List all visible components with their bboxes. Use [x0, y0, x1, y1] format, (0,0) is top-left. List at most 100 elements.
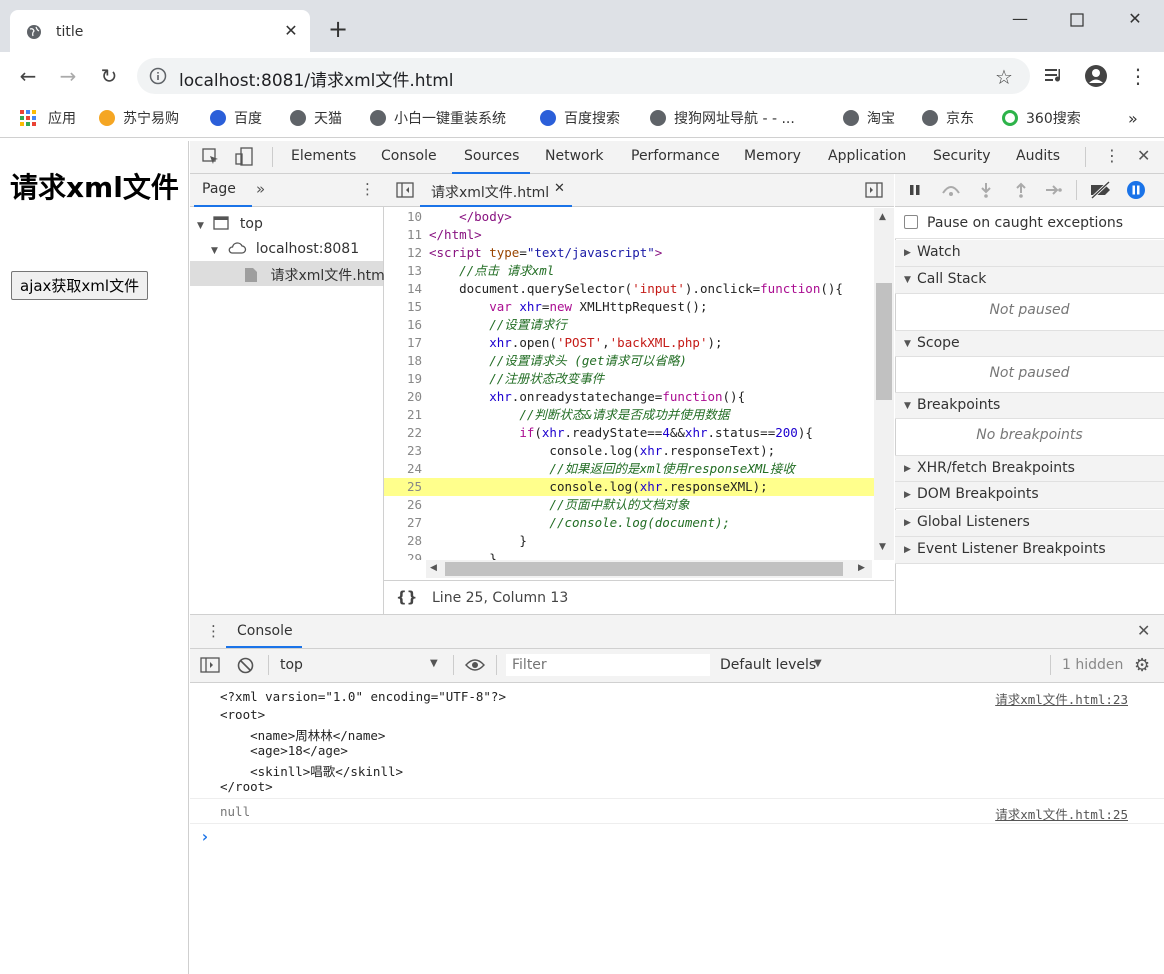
log-levels-dropdown[interactable]: Default levels	[720, 657, 816, 673]
more-tabs-icon[interactable]: »	[256, 180, 265, 198]
context-dropdown-icon[interactable]: ▼	[430, 658, 438, 669]
ajax-fetch-button[interactable]: ajax获取xml文件	[11, 271, 149, 300]
call-stack-empty: Not paused	[989, 302, 1070, 318]
bookmark-xiaobai[interactable]: 小白一键重装系统	[370, 108, 506, 128]
close-window-button[interactable]: ✕	[1123, 8, 1147, 32]
console-source-link[interactable]: 请求xml文件.html:25	[995, 804, 1128, 823]
editor-vertical-scroll-thumb[interactable]	[876, 283, 892, 400]
collapsed-arrow-icon: ▶	[904, 545, 911, 555]
reload-button[interactable]: ↻	[97, 64, 121, 88]
tree-item-file[interactable]: 请求xml文件.html	[244, 265, 389, 285]
clear-console-icon[interactable]	[237, 657, 254, 674]
apps-grid-icon	[20, 110, 36, 126]
star-icon[interactable]: ☆	[995, 65, 1013, 89]
step-into-icon[interactable]	[980, 182, 992, 198]
navigator-tab-page[interactable]: Page	[202, 181, 236, 197]
section-call-stack[interactable]: ▼ Call Stack	[895, 267, 1164, 294]
globe-icon	[922, 110, 938, 126]
pause-on-caught-checkbox[interactable]	[904, 215, 918, 229]
section-breakpoints[interactable]: ▼ Breakpoints	[895, 392, 1164, 419]
console-source-link[interactable]: 请求xml文件.html:23	[995, 689, 1128, 708]
pause-on-exceptions-icon[interactable]	[1126, 180, 1146, 200]
step-icon[interactable]	[1045, 184, 1063, 196]
browser-tab[interactable]: title ✕	[10, 10, 310, 52]
browser-menu-icon[interactable]: ⋮	[1128, 64, 1148, 88]
device-toolbar-icon[interactable]	[234, 147, 254, 167]
tab-audits[interactable]: Audits	[1016, 148, 1060, 164]
bookmark-baidu-search[interactable]: 百度搜索	[540, 108, 620, 128]
maximize-button[interactable]	[1065, 8, 1089, 32]
tree-item-top[interactable]: ▼ top	[197, 215, 263, 232]
tab-console[interactable]: Console	[381, 148, 437, 164]
live-expression-eye-icon[interactable]	[465, 658, 485, 672]
bookmarks-overflow-icon[interactable]: »	[1128, 108, 1138, 128]
deactivate-breakpoints-icon[interactable]	[1089, 181, 1113, 199]
navigator-menu-icon[interactable]: ⋮	[360, 180, 375, 198]
file-icon	[244, 267, 258, 283]
url-text[interactable]: localhost:8081/请求xml文件.html	[179, 66, 454, 91]
bookmark-sogou[interactable]: 搜狗网址导航 - - ...	[650, 108, 795, 128]
console-filter-input[interactable]	[506, 654, 710, 676]
section-scope[interactable]: ▼ Scope	[895, 330, 1164, 357]
drawer-menu-icon[interactable]: ⋮	[206, 622, 221, 640]
bookmark-jd[interactable]: 京东	[922, 108, 974, 128]
profile-avatar-icon[interactable]	[1084, 64, 1108, 88]
address-bar[interactable]: localhost:8081/请求xml文件.html ☆	[137, 58, 1030, 94]
back-button[interactable]: ←	[16, 64, 40, 88]
console-prompt-icon[interactable]: ›	[200, 827, 210, 846]
tab-close-icon[interactable]: ✕	[282, 22, 300, 40]
inspect-element-icon[interactable]	[202, 148, 220, 166]
scroll-right-icon[interactable]: ▶	[858, 563, 865, 573]
bookmark-360[interactable]: 360搜索	[1002, 108, 1081, 128]
step-over-icon[interactable]	[940, 183, 962, 197]
console-output[interactable]: <?xml varsion="1.0" encoding="UTF-8"?> <…	[190, 683, 1164, 974]
editor-file-tab[interactable]: 请求xml文件.html	[431, 182, 549, 202]
section-event-listener-breakpoints[interactable]: ▶ Event Listener Breakpoints	[895, 537, 1164, 564]
bookmark-taobao[interactable]: 淘宝	[843, 108, 895, 128]
toggle-navigator-icon[interactable]	[396, 182, 414, 198]
devtools-close-icon[interactable]: ✕	[1137, 146, 1150, 165]
code-line: 15 var xhr=new XMLHttpRequest();	[406, 299, 708, 314]
section-xhr-breakpoints[interactable]: ▶ XHR/fetch Breakpoints	[895, 455, 1164, 482]
scroll-left-icon[interactable]: ◀	[430, 563, 437, 573]
info-icon[interactable]	[149, 67, 167, 85]
bookmark-tmall[interactable]: 天猫	[290, 108, 342, 128]
step-out-icon[interactable]	[1015, 182, 1027, 198]
pretty-print-icon[interactable]: {}	[396, 588, 417, 606]
toggle-debugger-icon[interactable]	[865, 182, 883, 198]
media-control-icon[interactable]	[1044, 66, 1066, 86]
globe-icon	[370, 110, 386, 126]
section-dom-breakpoints[interactable]: ▶ DOM Breakpoints	[895, 482, 1164, 509]
tab-application[interactable]: Application	[828, 148, 906, 164]
console-sidebar-icon[interactable]	[200, 657, 220, 673]
pause-icon[interactable]	[909, 184, 921, 196]
tab-sources[interactable]: Sources	[464, 148, 519, 164]
section-global-listeners[interactable]: ▶ Global Listeners	[895, 510, 1164, 537]
section-watch[interactable]: ▶ Watch	[895, 240, 1164, 267]
expand-arrow-icon: ▼	[211, 246, 218, 256]
forward-button[interactable]: →	[56, 64, 80, 88]
bookmark-label: 苏宁易购	[123, 111, 179, 127]
minimize-button[interactable]: —	[1008, 8, 1032, 32]
tab-elements[interactable]: Elements	[291, 148, 356, 164]
bookmark-baidu[interactable]: 百度	[210, 108, 262, 128]
scroll-down-icon[interactable]: ▼	[879, 542, 886, 552]
editor-tab-close-icon[interactable]: ✕	[554, 181, 565, 196]
new-tab-button[interactable]: +	[326, 17, 350, 42]
console-settings-gear-icon[interactable]: ⚙	[1134, 655, 1150, 676]
tab-security[interactable]: Security	[933, 148, 991, 164]
expanded-arrow-icon: ▼	[904, 401, 911, 411]
tab-network[interactable]: Network	[545, 148, 603, 164]
devtools-menu-icon[interactable]: ⋮	[1104, 146, 1120, 165]
tree-item-host[interactable]: ▼ localhost:8081	[211, 240, 359, 257]
editor-horizontal-scroll-thumb[interactable]	[445, 562, 843, 576]
tab-memory[interactable]: Memory	[744, 148, 801, 164]
drawer-tab-console[interactable]: Console	[237, 623, 293, 639]
context-selector[interactable]: top	[280, 657, 303, 673]
bookmark-apps[interactable]: 应用	[20, 108, 76, 128]
drawer-close-icon[interactable]: ✕	[1137, 621, 1150, 640]
tab-performance[interactable]: Performance	[631, 148, 720, 164]
code-editor[interactable]: 10 </body> 11 </html> 12 <script type="tex…	[384, 208, 874, 560]
scroll-up-icon[interactable]: ▲	[879, 212, 886, 222]
bookmark-suning[interactable]: 苏宁易购	[99, 108, 179, 128]
